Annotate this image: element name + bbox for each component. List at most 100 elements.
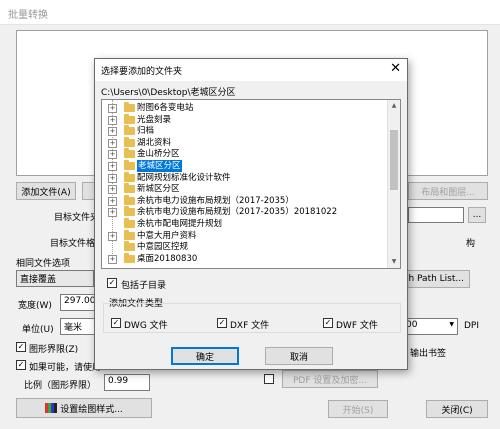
chevron-down-icon: ▼ [449,321,454,328]
dwg-checkbox[interactable]: ✓ [111,318,121,328]
same-file-option-label: 相同文件选项 [16,259,71,269]
folder-icon [124,171,135,182]
plot-style-button[interactable]: 设置绘图样式... [16,398,152,418]
pdf-settings-button[interactable]: PDF 设置及加密... [282,370,378,388]
unit-value: 毫米 [64,323,83,333]
folder-icon [124,241,135,252]
graphics-bounds-checkbox[interactable]: ✓ [16,342,26,352]
tree-item-label: 老城区分区 [137,160,182,172]
folder-icon [124,183,135,194]
tree-item[interactable]: + 湖北资料 [102,136,388,149]
folder-icon [124,125,135,136]
tree-item[interactable]: + 光盘刻录 [102,113,388,126]
tree-item[interactable]: + 余杭市电力设施布局规划（2017-2035） [102,194,388,207]
tree-item-label: 附图6各变电站 [137,103,194,113]
unit-label: 单位(U) [22,325,54,335]
layout-layers-button[interactable]: 布局和图层... [408,182,488,200]
tree-item[interactable]: + 配网规划标准化设计软件 [102,171,388,184]
unit-select[interactable]: 毫米 [60,318,96,335]
expand-icon[interactable]: + [108,208,117,218]
dxf-label: DXF 文件 [230,321,270,331]
expand-icon[interactable]: + [108,138,117,148]
folder-icon [124,194,135,205]
dpi-label: DPI [464,321,480,331]
ratio-input[interactable]: 0.99 [104,374,150,391]
if-possible-checkbox[interactable]: ✓ [16,360,26,370]
expand-icon[interactable]: + [108,150,117,160]
tree-item-label: 余杭市电力设施布局规划（2017-2035）20181022 [137,207,338,218]
folder-icon [124,160,135,170]
dxf-checkbox[interactable]: ✓ [217,318,227,328]
folder-tree[interactable]: + 附图6各变电站 + 光盘刻录 + 归档 + 湖北资料 + 金山桥分区 + 老城区分区 + 配网规划标准… [101,99,401,269]
plot-style-label: 设置绘图样式... [60,404,123,415]
expand-icon[interactable]: + [108,127,117,137]
expand-icon[interactable]: + [108,254,117,264]
tree-item[interactable]: + 金山桥分区 [102,148,388,160]
tree-item[interactable]: 中意园区控规 [102,241,388,253]
folder-icon [124,229,135,240]
tree-item-label: 余杭市电力设施布局规划（2017-2035） [137,195,294,206]
expand-icon[interactable]: + [108,185,117,195]
main-window-titlebar: 批量转换 [0,0,500,25]
dialog-title: 选择要添加的文件夹 [101,67,183,77]
expand-icon[interactable]: + [108,196,117,206]
if-possible-label: 如果可能，请使用 [29,363,102,373]
graphics-bounds-label: 图形界限(Z) [29,345,79,355]
main-window-title: 批量转换 [8,10,48,21]
same-file-option-value: 直接覆盖 [20,275,57,285]
tree-item[interactable]: + 桌面20180830 [102,252,388,265]
add-file-button[interactable]: 添加文件(A) [16,182,76,200]
scroll-up-icon[interactable]: ▲ [388,100,400,112]
tree-item[interactable]: + 新城区分区 [102,183,388,195]
expand-icon[interactable]: + [108,231,117,241]
tree-item-label: 配网规划标准化设计软件 [137,172,231,183]
dwf-label: DWF 文件 [336,321,378,331]
folder-icon [124,206,135,217]
tree-item-label: 桌面20180830 [137,253,198,264]
same-file-option-select[interactable]: 直接覆盖 [16,270,94,287]
ratio-label: 比例（图形界限） [24,381,97,391]
expand-icon[interactable]: + [108,162,117,171]
close-button[interactable]: 关闭(C) [426,400,488,418]
pdf-option-checkbox[interactable] [264,374,274,384]
tree-scrollbar[interactable]: ▲ ▼ [387,100,400,268]
tree-item[interactable]: 余杭市配电网提升规划 [102,218,388,230]
tree-item[interactable]: + 老城区分区 [102,160,388,172]
folder-icon [124,218,135,228]
tree-item-label: 光盘刻录 [137,114,172,125]
output-bookmark-label: 输出书签 [410,349,447,359]
scrollbar-thumb[interactable] [390,130,398,190]
folder-icon [124,136,135,147]
expand-icon[interactable]: + [108,115,117,125]
tree-item-label: 余杭市配电网提升规划 [137,219,223,229]
start-button[interactable]: 开始(S) [328,400,388,418]
dwf-checkbox[interactable]: ✓ [323,318,333,328]
tree-item-label: 新城区分区 [137,184,180,195]
tree-item[interactable]: + 中意大用户资料 [102,229,388,242]
include-subdirs-checkbox[interactable]: ✓ [107,278,117,288]
target-folder-input[interactable] [408,207,464,223]
close-icon[interactable]: ✕ [390,62,401,75]
ok-button[interactable]: 确定 [171,347,239,365]
tree-item-label: 归档 [137,126,155,137]
width-input[interactable]: 297.00 [60,294,96,311]
tree-item[interactable]: + 附图6各变电站 [102,102,388,114]
folder-picker-dialog: 选择要添加的文件夹 ✕ C:\Users\0\Desktop\老城区分区 + 附图… [94,58,408,370]
format-suffix-text: 构 [466,239,476,249]
target-folder-label: 目标文件夹 [54,213,100,223]
current-path: C:\Users\0\Desktop\老城区分区 [101,88,236,98]
tree-item-label: 金山桥分区 [137,149,180,160]
browse-button[interactable]: ... [468,207,486,223]
tree-item[interactable]: + 归档 [102,125,388,137]
scroll-down-icon[interactable]: ▼ [388,256,400,268]
cancel-button[interactable]: 取消 [265,347,333,365]
tree-item[interactable]: + 余杭市电力设施布局规划（2017-2035）20181022 [102,206,388,218]
plot-style-icon [45,403,58,413]
tree-item-label: 中意园区控规 [137,242,189,253]
folder-icon [124,113,135,124]
dpi-select[interactable]: 00 ▼ [402,318,458,335]
tree-item-label: 湖北资料 [137,137,172,148]
expand-icon[interactable]: + [108,173,117,183]
expand-icon[interactable]: + [108,104,117,113]
folder-icon [124,102,135,112]
